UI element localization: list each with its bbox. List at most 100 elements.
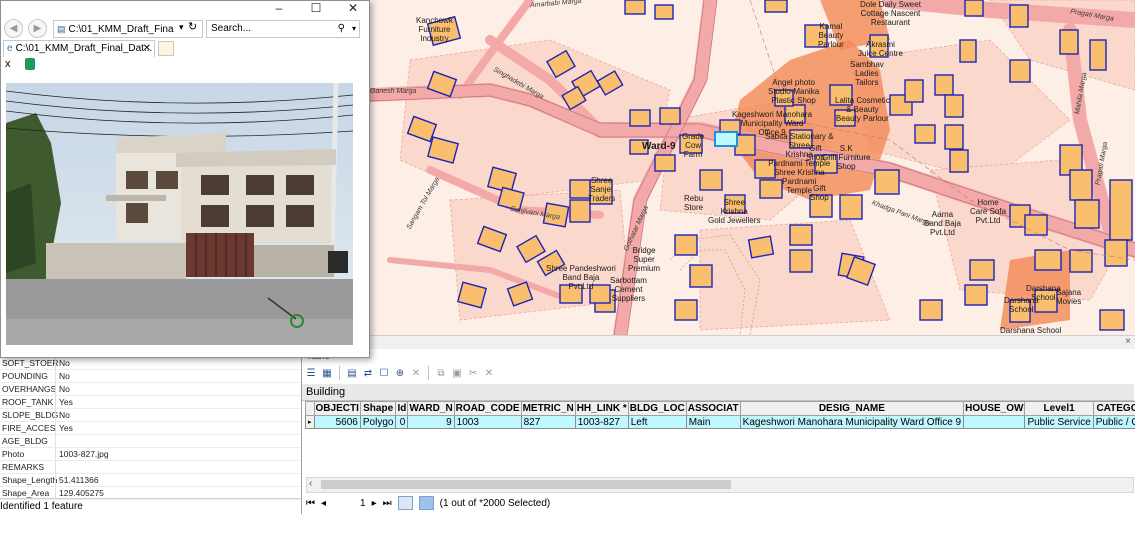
building-photo xyxy=(6,83,353,345)
map-label: S.K Grill Furniture Shop xyxy=(822,144,871,171)
browser-navbar: ◀ ▶ ▤ C:\01_KMM_Draft_Fina ▾ ↻ Search... … xyxy=(1,18,369,39)
column-header[interactable]: HOUSE_OW xyxy=(963,401,1026,416)
map-label: Darshana School xyxy=(1000,326,1062,335)
row-pointer-icon[interactable]: ▸ xyxy=(305,415,315,429)
column-header[interactable]: WARD_N xyxy=(407,401,455,416)
attribute-key: REMARKS xyxy=(2,462,45,472)
table-cell[interactable]: 1003-827 xyxy=(574,415,629,429)
tab-title: C:\01_KMM_Draft_Final_Dat... xyxy=(15,43,153,54)
attribute-row[interactable]: SOFT_STOER No xyxy=(0,357,300,370)
table-cell[interactable]: Public / G xyxy=(1092,415,1135,429)
paste-icon[interactable]: ▣ xyxy=(450,366,464,380)
show-all-records-icon[interactable] xyxy=(397,496,413,510)
attribute-row[interactable]: SLOPE_BLDG No xyxy=(0,409,300,422)
column-header[interactable]: DESIG_NAME xyxy=(739,401,965,416)
table-cell[interactable]: 1003 xyxy=(453,415,522,429)
attribute-row[interactable]: OVERHANGS No xyxy=(0,383,300,396)
switch-selection-icon[interactable]: ⇄ xyxy=(361,366,375,380)
column-header[interactable]: ASSOCIAT xyxy=(685,401,741,416)
map-view[interactable]: Kanchowk Furniture Industry Dole Daily Swe… xyxy=(370,0,1135,335)
table-row[interactable]: ▸ 5606 Polygo 0 9 1003 827 1003-827 Left… xyxy=(305,415,1135,429)
table-cell[interactable]: 827 xyxy=(520,415,576,429)
layer-tab-building[interactable]: Building xyxy=(302,384,1134,401)
search-dropdown-icon[interactable]: ▾ xyxy=(352,21,356,37)
map-canvas[interactable] xyxy=(370,0,1135,335)
page-icon: ▤ xyxy=(57,24,66,34)
column-header[interactable]: Id xyxy=(395,401,409,416)
column-header[interactable]: HH_LINK * xyxy=(574,401,629,416)
tab-close-icon[interactable]: ✕ xyxy=(143,41,151,57)
attribute-row[interactable]: ROOF_TANK Yes xyxy=(0,396,300,409)
search-input[interactable]: Search... ⚲ ▾ xyxy=(206,20,360,38)
select-by-attributes-icon[interactable]: ▤ xyxy=(345,366,359,380)
show-selected-records-icon[interactable] xyxy=(418,496,434,510)
table-horizontal-scrollbar[interactable]: ‹ xyxy=(306,477,1134,493)
column-header[interactable]: OBJECTI xyxy=(313,401,361,416)
map-label: Kamal Beauty Parlour xyxy=(818,22,844,49)
zoom-to-selected-icon[interactable]: ⊕ xyxy=(393,366,407,380)
attribute-key: AGE_BLDG xyxy=(2,436,48,446)
minimize-icon[interactable]: – xyxy=(269,1,289,15)
column-header[interactable]: BLDG_LOC xyxy=(627,401,687,416)
table-cell[interactable]: 0 xyxy=(395,415,409,429)
close-bar-icon[interactable]: x xyxy=(5,58,11,70)
column-header[interactable]: CATEGO xyxy=(1092,401,1135,416)
shield-icon[interactable] xyxy=(25,58,35,70)
table-cell[interactable]: 5606 xyxy=(313,415,361,429)
search-icon[interactable]: ⚲ xyxy=(338,21,345,37)
maximize-icon[interactable]: ☐ xyxy=(306,1,326,15)
map-scrollbar[interactable]: × xyxy=(370,335,1135,350)
column-header[interactable]: METRIC_N xyxy=(520,401,576,416)
last-record-icon[interactable]: ⏭ xyxy=(383,498,392,509)
attribute-key: SLOPE_BLDG xyxy=(2,410,59,420)
scroll-left-icon[interactable]: ‹ xyxy=(309,478,312,489)
attribute-row[interactable]: POUNDING No xyxy=(0,370,300,383)
attribute-row[interactable]: AGE_BLDG xyxy=(0,435,300,448)
table-cell[interactable]: Left xyxy=(627,415,687,429)
table-cell[interactable]: Polygo xyxy=(359,415,397,429)
close-icon[interactable]: ✕ xyxy=(343,1,363,15)
attribute-key: Photo xyxy=(2,449,25,459)
scroll-close-icon[interactable]: × xyxy=(1125,336,1131,347)
attribute-value: 1003-827.jpg xyxy=(59,449,109,459)
attribute-key: ROOF_TANK xyxy=(2,397,54,407)
status-text: Identified 1 feature xyxy=(0,501,83,512)
table-cell[interactable] xyxy=(963,415,1026,429)
browser-titlebar[interactable]: – ☐ ✕ xyxy=(1,1,369,18)
delete-selected-icon[interactable]: ✕ xyxy=(409,366,423,380)
first-record-icon[interactable]: ⏮ xyxy=(306,498,315,509)
column-header[interactable]: Level1 xyxy=(1024,401,1094,416)
table-cell[interactable]: 9 xyxy=(407,415,455,429)
map-label: Lalita Cosmetic & Beauty Beauty Parlour xyxy=(835,96,890,123)
table-cell[interactable]: Public Service xyxy=(1024,415,1094,429)
scrollbar-thumb[interactable] xyxy=(321,480,731,489)
back-arrow-icon[interactable]: ◀ xyxy=(4,19,23,38)
copy-icon[interactable]: ⧉ xyxy=(434,366,448,380)
related-tables-icon[interactable]: ▦ xyxy=(320,366,334,380)
refresh-icon[interactable]: ↻ xyxy=(188,20,197,33)
table-cell[interactable]: Kageshwori Manohara Municipality Ward Of… xyxy=(739,415,965,429)
previous-record-icon[interactable]: ◂ xyxy=(321,498,326,509)
table-options-icon[interactable]: ☰ xyxy=(304,366,318,380)
table-cell[interactable]: Main xyxy=(685,415,741,429)
attribute-row[interactable]: Shape_Length 51.411366 xyxy=(0,474,300,487)
new-tab-icon[interactable] xyxy=(158,41,174,56)
attribute-row[interactable]: Photo 1003-827.jpg xyxy=(0,448,300,461)
browser-tab[interactable]: e C:\01_KMM_Draft_Final_Dat... ✕ xyxy=(3,40,155,57)
column-header[interactable]: ROAD_CODE xyxy=(453,401,522,416)
dropdown-icon[interactable]: ▾ xyxy=(179,22,184,33)
column-header[interactable]: Shape xyxy=(359,401,397,416)
forward-arrow-icon[interactable]: ▶ xyxy=(28,19,47,38)
clear-selection-icon[interactable]: ☐ xyxy=(377,366,391,380)
attribute-row[interactable]: REMARKS xyxy=(0,461,300,474)
identify-panel: SOFT_STOER No POUNDING No OVERHANGS No ROOF… xyxy=(0,355,302,514)
selection-status: (1 out of *2000 Selected) xyxy=(439,497,551,509)
attribute-row[interactable]: FIRE_ACCES Yes xyxy=(0,422,300,435)
map-label: Angel photo Studio-Manika Plastic Shop xyxy=(768,78,820,105)
map-label: Sarbottam Cement Suppliers xyxy=(610,276,647,303)
cut-icon[interactable]: ✂ xyxy=(466,366,480,380)
browser-tabbar: e C:\01_KMM_Draft_Final_Dat... ✕ xyxy=(1,39,369,57)
close-table-icon[interactable]: ✕ xyxy=(482,366,496,380)
record-number[interactable]: 1 xyxy=(360,498,366,509)
next-record-icon[interactable]: ▸ xyxy=(372,498,377,509)
